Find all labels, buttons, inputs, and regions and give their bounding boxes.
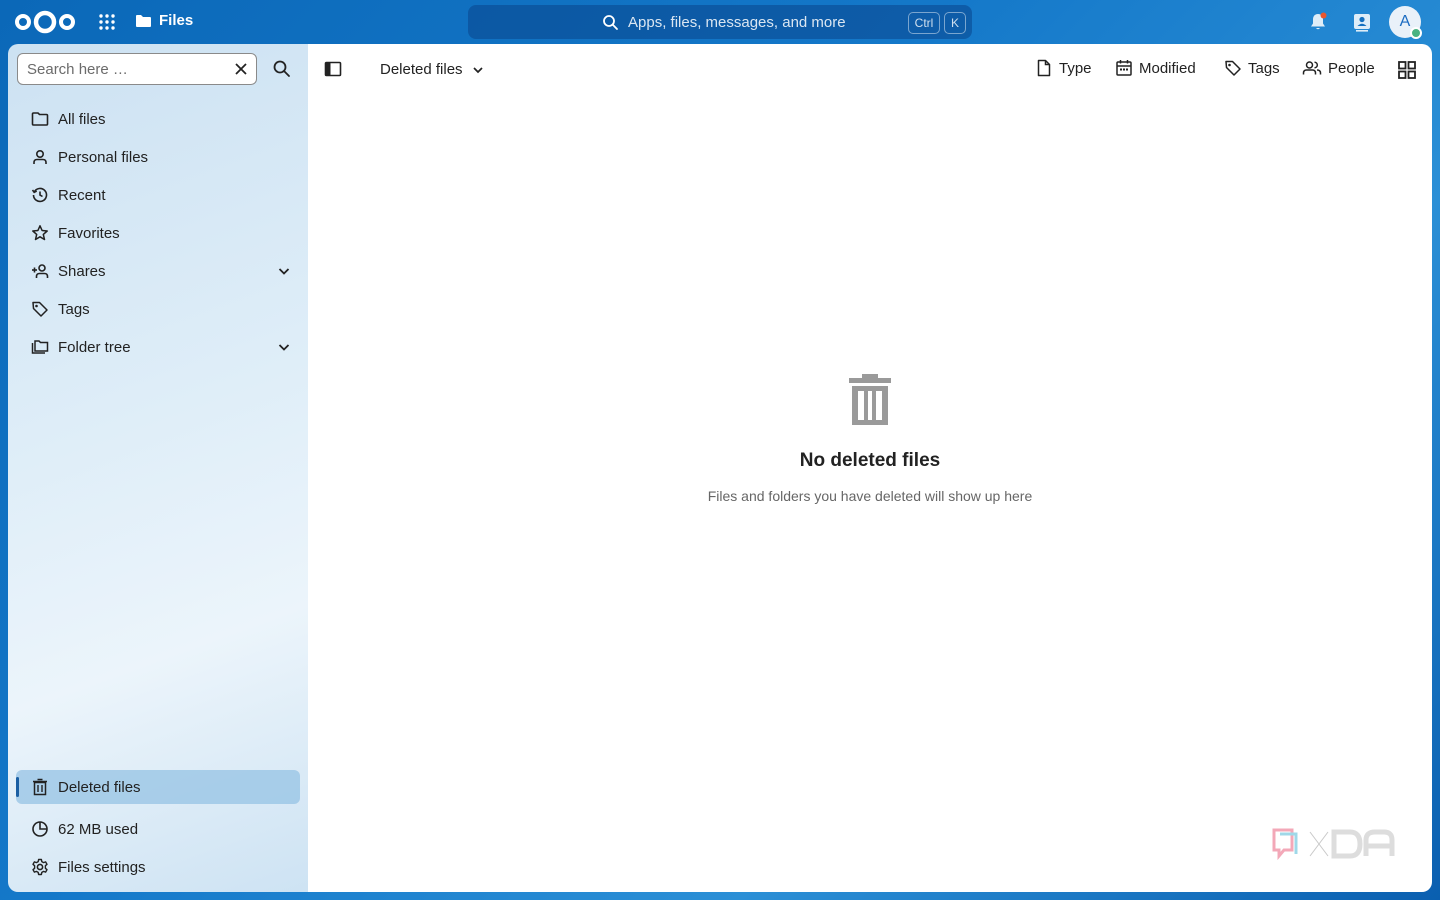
history-icon <box>31 187 48 203</box>
folder-multiple-icon <box>31 340 49 354</box>
people-icon <box>1302 61 1322 75</box>
trash-icon <box>33 778 47 796</box>
xda-watermark-logo <box>1272 828 1395 861</box>
sidebar-item-tags[interactable]: Tags <box>16 292 300 326</box>
close-icon[interactable] <box>233 61 249 77</box>
sidebar-item-folder-tree[interactable]: Folder tree <box>16 330 300 364</box>
sidebar-item-label: All files <box>58 111 106 128</box>
navigation-search-input[interactable] <box>27 60 217 78</box>
contacts-icon[interactable] <box>1351 11 1373 33</box>
app-name-label: Files <box>159 12 194 29</box>
trash-icon <box>849 374 891 425</box>
sidebar-item-label: Deleted files <box>58 779 141 796</box>
user-avatar[interactable]: A <box>1389 6 1422 39</box>
filter-label: Modified <box>1139 59 1196 77</box>
sidebar-item-quota[interactable]: 62 MB used <box>16 812 300 846</box>
navigation-search[interactable] <box>17 53 257 85</box>
sidebar-item-favorites[interactable]: Favorites <box>16 216 300 250</box>
empty-title: No deleted files <box>799 450 941 471</box>
sidebar-item-deleted-files[interactable]: Deleted files <box>16 770 300 804</box>
gear-icon <box>32 858 48 876</box>
star-icon <box>32 225 48 241</box>
chart-pie-icon <box>32 821 48 837</box>
filter-modified-button[interactable]: Modified <box>1115 59 1196 77</box>
unified-search-placeholder: Apps, files, messages, and more <box>628 14 846 31</box>
nextcloud-logo-icon[interactable] <box>14 9 76 35</box>
filter-tags-button[interactable]: Tags <box>1224 59 1280 77</box>
calendar-icon <box>1116 60 1132 76</box>
share-icon <box>32 264 49 278</box>
sidebar-item-files-settings[interactable]: Files settings <box>16 850 300 884</box>
filter-label: Tags <box>1248 59 1280 77</box>
chevron-down-icon[interactable] <box>276 339 292 355</box>
filter-type-button[interactable]: Type <box>1035 59 1092 77</box>
search-icon <box>603 15 618 30</box>
sidebar-item-label: Files settings <box>58 859 146 876</box>
tag-icon <box>1225 60 1241 76</box>
filter-label: People <box>1328 59 1375 77</box>
sidebar-item-label: Recent <box>58 187 106 204</box>
grid-view-icon[interactable] <box>1397 60 1417 80</box>
tag-icon <box>32 301 48 317</box>
app-navigation: All files Personal files Recent Favorite… <box>8 44 308 892</box>
shortcut-ctrl-key: Ctrl <box>908 12 940 34</box>
search-icon[interactable] <box>272 59 292 79</box>
sidebar-item-personal-files[interactable]: Personal files <box>16 140 300 174</box>
sidebar-toggle-icon[interactable] <box>324 60 342 78</box>
sidebar-item-all-files[interactable]: All files <box>16 102 300 136</box>
empty-content: No deleted files Files and folders you h… <box>308 374 1432 504</box>
sidebar-item-label: Shares <box>58 263 106 280</box>
sidebar-item-label: Favorites <box>58 225 120 242</box>
avatar-initial: A <box>1399 13 1411 30</box>
user-icon <box>33 149 47 164</box>
sidebar-item-shares[interactable]: Shares <box>16 254 300 288</box>
sidebar-item-label: Personal files <box>58 149 149 166</box>
file-icon <box>1037 59 1051 77</box>
header: Files Apps, files, messages, and more Ct… <box>0 0 1440 44</box>
shortcut-k-key: K <box>944 12 966 34</box>
chevron-down-icon[interactable] <box>276 263 292 279</box>
online-status-badge <box>1410 27 1422 39</box>
quota-label: 62 MB used <box>58 821 139 838</box>
view-title: Deleted files <box>380 61 463 78</box>
notifications-bell-icon[interactable] <box>1307 11 1329 33</box>
filter-people-button[interactable]: People <box>1302 59 1375 77</box>
folder-icon <box>31 112 49 126</box>
sidebar-item-recent[interactable]: Recent <box>16 178 300 212</box>
folder-icon <box>136 14 151 27</box>
view-title-dropdown[interactable]: Deleted files <box>380 61 485 78</box>
files-main-content: Deleted files Type Modified Tags People … <box>308 44 1432 892</box>
empty-description: Files and folders you have deleted will … <box>707 488 1033 504</box>
unified-search-button[interactable]: Apps, files, messages, and more Ctrl K <box>468 5 972 39</box>
chevron-down-icon <box>472 66 483 73</box>
app-grid-icon[interactable] <box>98 13 116 31</box>
sidebar-item-label: Folder tree <box>58 339 131 356</box>
filter-label: Type <box>1059 59 1092 77</box>
sidebar-item-label: Tags <box>58 301 90 318</box>
app-name-link[interactable]: Files <box>135 12 193 29</box>
